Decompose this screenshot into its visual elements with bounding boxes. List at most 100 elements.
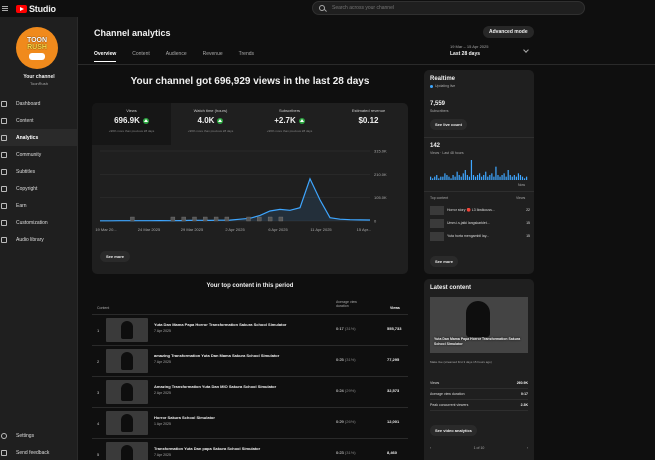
- sidebar-bottom: Settings Send feedback: [0, 427, 78, 460]
- advanced-mode-button[interactable]: Advanced mode: [483, 26, 534, 38]
- realtime-bar: [456, 171, 458, 180]
- table-row[interactable]: 3 Amazing Transformation Yuta Dan MIO Sak…: [92, 377, 408, 408]
- metric-note: +99% more than previous 28 days: [266, 129, 313, 133]
- sidebar-item-subtitles[interactable]: Subtitles: [0, 163, 78, 180]
- sidebar-item-community[interactable]: Community: [0, 146, 78, 163]
- duration-pct: (26%): [344, 419, 356, 424]
- realtime-bar: [468, 176, 471, 180]
- table-row[interactable]: 4 Horror Sakura School Simulator 1 Apr 202…: [92, 408, 408, 439]
- metric-views[interactable]: Views 696.9K +99% more than previous 28 …: [92, 103, 171, 145]
- sidebar-item-content[interactable]: Content: [0, 112, 78, 129]
- video-thumbnail[interactable]: [106, 349, 148, 373]
- video-title[interactable]: Amazing Transformation Yuta Dan MIO Saku…: [154, 384, 276, 389]
- date-range-picker[interactable]: 19 Mar – 15 Apr 2025 Last 28 days: [450, 44, 488, 57]
- tab-content[interactable]: Content: [132, 51, 150, 62]
- metric-revenue[interactable]: Estimated revenue $0.12: [329, 103, 408, 145]
- latest-stat-duration: Average view duration 0:17: [430, 390, 528, 400]
- video-title[interactable]: Horror Sakura School Simulator: [154, 415, 215, 420]
- sidebar-item-dashboard[interactable]: Dashboard: [0, 95, 78, 112]
- video-title[interactable]: Yuta Dan Mama Papa Horror Transformation…: [154, 322, 286, 327]
- realtime-card: Realtime Updating live 7,559 Subscribers…: [424, 70, 534, 274]
- sidebar-item-settings[interactable]: Settings: [0, 427, 78, 444]
- realtime-bar: [472, 175, 475, 180]
- metric-subscribers[interactable]: Subscribers +2.7K +99% more than previou…: [250, 103, 329, 145]
- upload-marker: [213, 216, 219, 222]
- video-thumbnail[interactable]: [106, 318, 148, 342]
- upload-marker: [192, 216, 197, 222]
- sidebar-item-analytics[interactable]: Analytics: [0, 129, 78, 146]
- metric-note: +99% more than previous 28 days: [108, 129, 155, 133]
- chevron-right-icon[interactable]: ›: [527, 446, 528, 450]
- realtime-bar: [474, 176, 477, 180]
- realtime-bar: [462, 173, 464, 180]
- see-live-count-button[interactable]: See live count: [430, 119, 467, 130]
- video-thumbnail[interactable]: [106, 442, 148, 460]
- tab-trends[interactable]: Trends: [239, 51, 254, 62]
- latest-stat-views: Views 260.9K: [430, 379, 528, 389]
- sidebar-item-copyright[interactable]: Copyright: [0, 180, 78, 197]
- chevron-down-icon[interactable]: [523, 47, 529, 53]
- video-title[interactable]: Transformation Yuta Dan papa Sakura Scho…: [154, 446, 260, 451]
- table-row[interactable]: 2 amazing Transformation Yuta Dan Mama Sa…: [92, 346, 408, 377]
- search-icon[interactable]: [319, 5, 325, 11]
- tab-audience[interactable]: Audience: [166, 51, 187, 62]
- realtime-subs: 7,559: [430, 101, 446, 107]
- search-bar[interactable]: [312, 1, 585, 15]
- stat-label: Average view duration: [430, 392, 465, 396]
- copyright-icon: [1, 185, 7, 192]
- video-thumbnail[interactable]: [106, 411, 148, 435]
- video-title[interactable]: amazing Transformation Yuta Dan Mama Sak…: [154, 353, 279, 358]
- latest-video-thumbnail[interactable]: Yuta Dan Mama Papa Horror Transformation…: [430, 297, 528, 353]
- sidebar-item-send-feedback[interactable]: Send feedback: [0, 444, 78, 460]
- col-views[interactable]: Views: [390, 306, 400, 310]
- tab-overview[interactable]: Overview: [94, 51, 117, 62]
- sidebar-item-audio-library[interactable]: Audio library: [0, 231, 78, 248]
- see-more-button[interactable]: See more: [100, 251, 131, 262]
- realtime-bar: [454, 176, 456, 180]
- table-row[interactable]: 5 Transformation Yuta Dan papa Sakura Sch…: [92, 439, 408, 460]
- realtime-bar: [436, 175, 438, 180]
- community-icon: [1, 151, 7, 158]
- views-chart[interactable]: 315.0K 210.0K 105.0K 0 19 Mar 20... 24 Mar 20…: [92, 145, 408, 245]
- list-item[interactable]: Yuta horta mengambil lay... 15: [430, 231, 530, 242]
- x-tick-label: 11 Apr 2025: [310, 227, 332, 232]
- video-thumbnail[interactable]: [106, 380, 148, 404]
- realtime-subs-label: Subscribers: [430, 109, 449, 113]
- realtime-see-more-button[interactable]: See more: [430, 256, 459, 267]
- duration-pct: (31%): [344, 450, 356, 455]
- studio-logo[interactable]: Studio: [16, 4, 56, 14]
- table-row[interactable]: 1 Yuta Dan Mama Papa Horror Transformatio…: [92, 315, 408, 346]
- tab-revenue[interactable]: Revenue: [203, 51, 223, 62]
- list-item[interactable]: Umm.i.s.jatki langskarklet... 15: [430, 218, 530, 229]
- upload-marker: [257, 216, 262, 222]
- video-duration: 0:29 (26%): [336, 419, 356, 424]
- dashboard-icon: [1, 100, 7, 107]
- realtime-bar: [446, 175, 448, 180]
- character-figure: [121, 414, 133, 432]
- row-rank: 3: [97, 390, 100, 395]
- realtime-bar: [479, 173, 481, 180]
- video-title: Horror story 🔴 L3 Ikwikouss...: [447, 208, 495, 212]
- realtime-bar: [466, 175, 468, 180]
- list-item[interactable]: Horror story 🔴 L3 Ikwikouss... 22: [430, 205, 530, 216]
- chevron-left-icon[interactable]: ‹: [430, 446, 431, 450]
- col-duration[interactable]: Average view duration: [336, 300, 366, 308]
- metric-watch-time[interactable]: Watch time (hours) 4.0K +99% more than p…: [171, 103, 250, 145]
- sidebar-item-label: Community: [16, 151, 42, 158]
- see-video-analytics-button[interactable]: See video analytics: [430, 425, 477, 436]
- realtime-bar: [489, 175, 491, 180]
- realtime-bar: [511, 176, 513, 180]
- sidebar-item-earn[interactable]: Earn: [0, 197, 78, 214]
- video-views: 555,733: [387, 326, 402, 331]
- search-input[interactable]: [332, 5, 532, 11]
- stat-label: Peak concurrent viewers: [430, 403, 469, 407]
- menu-icon[interactable]: [2, 6, 8, 11]
- realtime-bar-chart[interactable]: [430, 158, 528, 182]
- channel-avatar[interactable]: TOON RUSH: [16, 27, 58, 69]
- realtime-bar: [481, 176, 483, 180]
- row-rank: 1: [97, 328, 100, 333]
- main-content: Channel analytics Advanced mode Overview…: [78, 17, 655, 460]
- sidebar-item-customization[interactable]: Customization: [0, 214, 78, 231]
- overview-headline: Your channel got 696,929 views in the la…: [130, 76, 370, 87]
- row-rank: 5: [97, 452, 100, 457]
